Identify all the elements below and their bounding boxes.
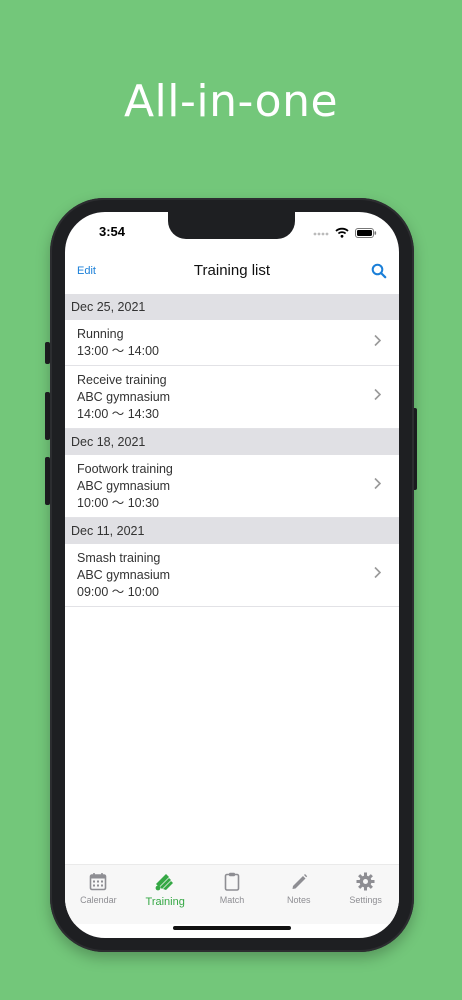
training-title: Smash training: [77, 551, 161, 565]
page-title: Training list: [193, 262, 271, 279]
tab-label: Match: [219, 895, 245, 905]
training-time: 14:00 〜 14:30: [77, 407, 160, 421]
section-header: Dec 25, 2021: [65, 294, 399, 320]
training-time: 13:00 〜 14:00: [77, 344, 160, 358]
gear-icon: [356, 872, 375, 893]
battery-icon: [355, 225, 377, 243]
tab-training[interactable]: Training: [132, 865, 199, 924]
tab-label: Settings: [349, 895, 382, 905]
tab-label: Calendar: [80, 895, 117, 905]
list-item[interactable]: Smash training ABC gymnasium 09:00 〜 10:…: [65, 544, 399, 607]
status-icons: [313, 225, 377, 243]
tab-match[interactable]: Match: [199, 865, 266, 924]
wifi-icon: [335, 225, 349, 243]
training-location: ABC gymnasium: [77, 568, 171, 582]
training-location: ABC gymnasium: [77, 479, 171, 493]
list-item[interactable]: Footwork training ABC gymnasium 10:00 〜 …: [65, 455, 399, 518]
tab-label: Notes: [287, 895, 311, 905]
chevron-right-icon: [374, 477, 382, 495]
list-item[interactable]: Running 13:00 〜 14:00: [65, 320, 399, 366]
section-header: Dec 11, 2021: [65, 518, 399, 544]
training-location: ABC gymnasium: [77, 390, 171, 404]
list-item[interactable]: Receive training ABC gymnasium 14:00 〜 1…: [65, 366, 399, 429]
training-time: 09:00 〜 10:00: [77, 585, 160, 599]
calendar-icon: [89, 872, 107, 893]
tab-notes[interactable]: Notes: [265, 865, 332, 924]
tab-calendar[interactable]: Calendar: [65, 865, 132, 924]
headline: All-in-one: [123, 76, 339, 127]
pencil-icon: [290, 872, 308, 893]
clipboard-icon: [223, 872, 241, 893]
shuttlecock-icon: [154, 872, 176, 894]
status-time: 3:54: [99, 224, 126, 239]
tab-settings[interactable]: Settings: [332, 865, 399, 924]
chevron-right-icon: [374, 334, 382, 351]
training-list: Dec 25, 2021 Running 13:00 〜 14:00 Recei…: [65, 294, 399, 607]
chevron-right-icon: [374, 566, 382, 584]
home-indicator: [173, 926, 291, 930]
training-title: Running: [77, 327, 124, 341]
section-header: Dec 18, 2021: [65, 429, 399, 455]
notch: [168, 212, 295, 239]
training-title: Footwork training: [77, 462, 173, 476]
tab-label: Training: [145, 896, 185, 908]
search-icon[interactable]: [371, 263, 387, 284]
signal-icon: [313, 225, 329, 243]
training-title: Receive training: [77, 373, 167, 387]
navigation-bar: Edit Training list: [65, 258, 399, 294]
training-time: 10:00 〜 10:30: [77, 496, 160, 510]
phone-screen: 3:54 Edit Training list Dec 25, 2021 Run…: [65, 212, 399, 938]
tab-bar: Calendar Training Match Notes Settings: [65, 864, 399, 924]
chevron-right-icon: [374, 388, 382, 406]
